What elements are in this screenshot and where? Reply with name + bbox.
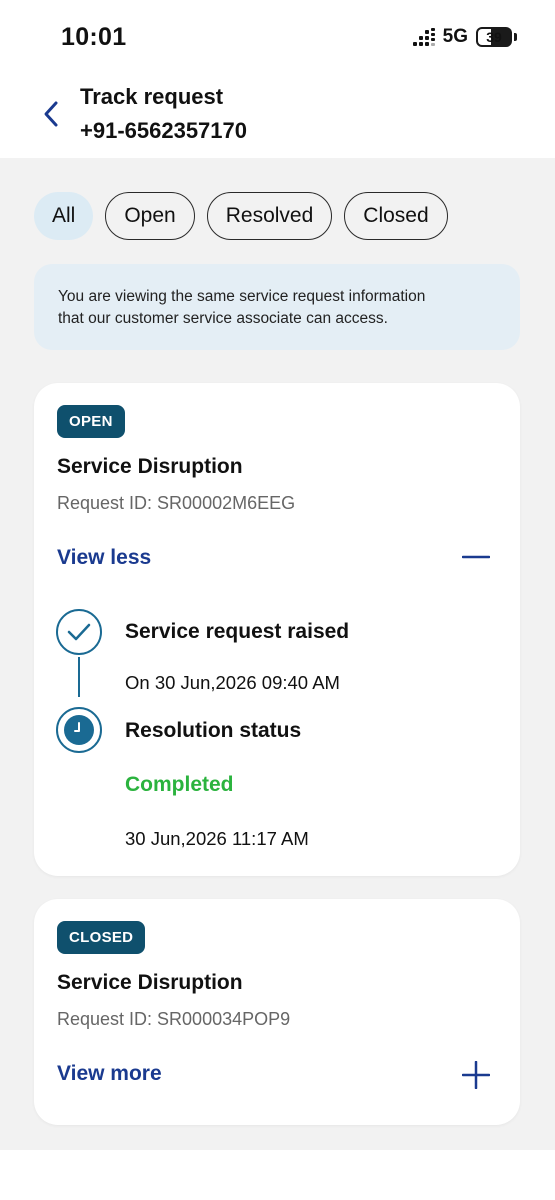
status-badge: CLOSED	[57, 921, 146, 954]
info-banner-line1: You are viewing the same service request…	[58, 288, 426, 305]
info-banner: You are viewing the same service request…	[34, 264, 520, 350]
clock-circle-icon	[56, 707, 102, 753]
battery-cap	[514, 33, 517, 41]
timeline-connector	[78, 657, 80, 697]
filter-chip-label: Open	[124, 204, 176, 227]
timeline-step-date: 30 Jun,2026 11:17 AM	[125, 828, 309, 849]
filter-chip-all[interactable]: All	[34, 192, 94, 240]
resolution-status: Completed	[125, 773, 234, 796]
battery-icon: 39	[476, 27, 512, 47]
filter-chip-label: Closed	[363, 204, 429, 227]
bottom-area	[0, 1150, 555, 1200]
content-area: All Open Resolved Closed You are viewing…	[0, 158, 555, 1150]
filter-chip-label: All	[52, 204, 76, 227]
header: Track request +91-6562357170	[0, 74, 555, 158]
timeline-step-title: Service request raised	[125, 620, 350, 643]
cellular-signal-icon	[412, 28, 435, 46]
request-card: CLOSED Service Disruption Request ID: SR…	[34, 899, 520, 1125]
status-badge: OPEN	[57, 405, 125, 438]
request-title: Service Disruption	[57, 971, 243, 994]
status-time: 10:01	[61, 23, 127, 51]
filter-chip-closed[interactable]: Closed	[344, 192, 448, 240]
chevron-left-icon	[44, 101, 58, 127]
check-circle-icon	[56, 609, 102, 655]
view-more-link[interactable]: View more	[57, 1062, 162, 1086]
back-button[interactable]	[36, 96, 66, 132]
request-id: Request ID: SR000034POP9	[57, 1009, 291, 1029]
request-card: OPEN Service Disruption Request ID: SR00…	[34, 383, 520, 876]
timeline-step-date: On 30 Jun,2026 09:40 AM	[125, 672, 340, 693]
phone-number: +91-6562357170	[80, 118, 247, 143]
filter-chip-open[interactable]: Open	[105, 192, 195, 240]
page-title: Track request	[80, 84, 224, 109]
status-indicators: 5G 39	[412, 26, 517, 48]
view-less-link[interactable]: View less	[57, 546, 151, 570]
network-type: 5G	[442, 26, 468, 47]
timeline-step-title: Resolution status	[125, 719, 302, 742]
status-bar: 10:01 5G 39	[0, 0, 555, 74]
filter-chip-label: Resolved	[225, 204, 314, 227]
filter-chip-resolved[interactable]: Resolved	[206, 192, 333, 240]
filter-chips: All Open Resolved Closed	[34, 192, 448, 240]
plus-icon[interactable]	[462, 1061, 490, 1089]
info-banner-line2: that our customer service associate can …	[58, 310, 388, 327]
request-title: Service Disruption	[57, 455, 243, 478]
battery-level: 39	[486, 29, 502, 45]
request-id: Request ID: SR00002M6EEG	[57, 493, 296, 513]
minus-icon[interactable]	[462, 543, 490, 571]
